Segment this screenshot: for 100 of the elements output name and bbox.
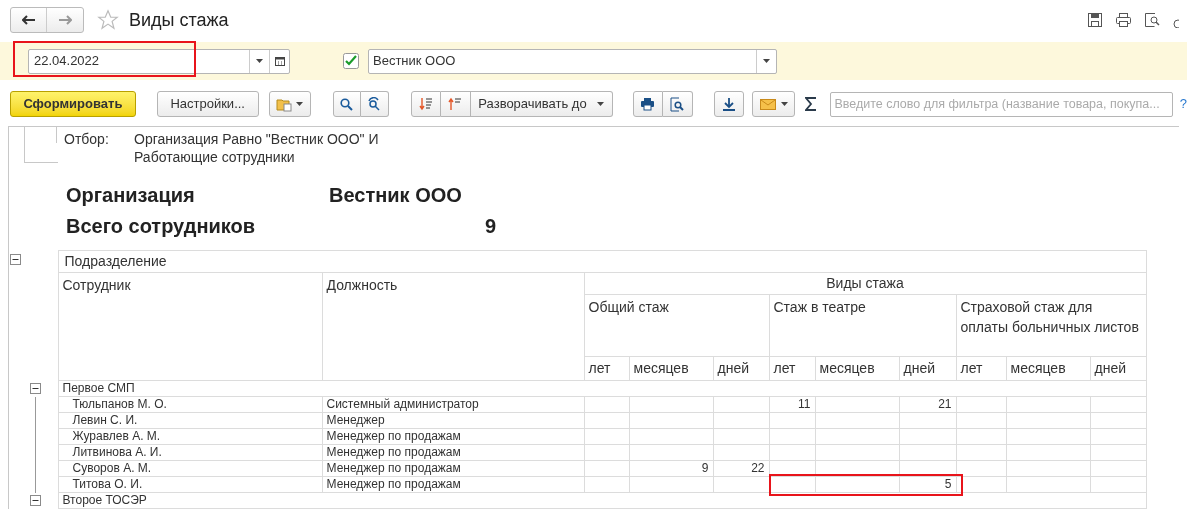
filter-condition: Работающие сотрудники [134,148,296,166]
sort-descending-icon [418,97,433,111]
table-cell: Журавлев А. М. [58,428,322,445]
table-cell [713,396,769,413]
summary-label: Организация [66,183,196,208]
organization-value: Вестник ООО [372,52,457,71]
header-cell: дней [899,356,956,381]
table-cell [956,428,1006,445]
summary-value: Вестник ООО [329,183,463,208]
caret-icon [296,102,304,106]
table-cell: Титова О. И. [58,476,322,493]
caret-icon [256,59,263,63]
search-next-button[interactable] [360,91,389,117]
sort-descending-button[interactable] [410,91,441,117]
print-icon [640,97,655,111]
table-cell: Системный администратор [322,396,584,413]
table-cell [1090,412,1147,429]
header-cell: дней [1090,356,1147,381]
save-icon[interactable] [1087,12,1103,28]
table-cell: Тюльпанов М. О. [58,396,322,413]
save-report-button[interactable] [713,91,745,117]
caret-icon [596,102,604,106]
table-cell [1090,476,1147,493]
generate-button[interactable]: Сформировать [10,91,136,117]
table-cell [1090,396,1147,413]
date-value: 22.04.2022 [33,52,101,71]
table-cell: Менеджер по продажам [322,428,584,445]
print-button[interactable] [632,91,663,117]
window-title: Виды стажа [129,8,229,32]
table-cell: 5 [899,476,956,493]
table-cell [899,412,956,429]
filter-condition: Организация Равно "Вестник ООО" И [134,130,379,148]
table-cell: Суворов А. М. [58,460,322,477]
table-cell [956,396,1006,413]
sum-icon[interactable] [805,97,818,111]
collapse-icon[interactable] [10,253,21,265]
filter-label: Отбор: [64,130,110,149]
envelope-icon [759,98,776,110]
table-cell: 11 [769,396,815,413]
star-icon[interactable] [97,9,119,31]
table-cell [1090,460,1147,477]
sort-ascending-button[interactable] [440,91,471,117]
send-mail-button[interactable] [752,91,796,117]
date-field[interactable]: 22.04.2022 [28,48,290,74]
table-cell [713,444,769,461]
header-cell: Страховой стаж для оплаты больничных листов [956,294,1147,357]
table-cell [899,444,956,461]
table-cell: Менеджер по продажам [322,460,584,477]
header-cell: месяцев [1006,356,1090,381]
group-cell: Второе ТОСЭР [58,492,1147,509]
right-arrow-icon [58,15,72,25]
table-cell [584,460,629,477]
preview-icon[interactable] [1144,12,1161,28]
search-button[interactable] [332,91,361,117]
summary-value: 9 [483,214,496,239]
summary-label: Всего сотрудников [66,214,257,239]
header-cell: лет [956,356,1006,381]
header-cell: месяцев [815,356,899,381]
left-arrow-icon [21,15,36,25]
download-icon [722,97,736,111]
table-cell [584,396,629,413]
header-cell: лет [769,356,815,381]
settings-button[interactable]: Настройки... [156,91,259,117]
table-cell: Левин С. И. [58,412,322,429]
table-cell [956,476,1006,493]
header-cell: Общий стаж [584,294,769,357]
table-cell [956,412,1006,429]
table-cell [584,412,629,429]
collapse-icon[interactable] [30,495,41,506]
table-cell [713,428,769,445]
table-cell [769,412,815,429]
table-cell [956,444,1006,461]
organization-field[interactable]: Вестник ООО [368,48,777,74]
table-cell [584,444,629,461]
filter-field[interactable]: Введите слово для фильтра (название товара, покупа... [830,91,1173,117]
help-link[interactable]: ? [1179,94,1187,114]
sort-ascending-icon [448,97,462,111]
table-cell [713,412,769,429]
header-cell: месяцев [629,356,713,381]
table-cell [956,460,1006,477]
checkbox[interactable] [343,53,359,69]
header-cell: Виды стажа [584,272,1147,295]
table-cell [584,476,629,493]
search-icon [340,97,353,111]
print-icon[interactable] [1115,12,1132,28]
header-cell: Стаж в театре [769,294,956,357]
header-cell: Должность [322,272,584,381]
table-cell [769,428,815,445]
preview-icon [670,96,684,112]
table-cell [1090,444,1147,461]
table-cell: Менеджер [322,412,584,429]
table-cell: 9 [629,460,713,477]
header-cell: дней [713,356,769,381]
expand-to-button[interactable]: Разворачивать до [470,91,613,117]
calendar-icon[interactable] [274,56,285,66]
print-preview-button[interactable] [662,91,693,117]
table-cell [899,428,956,445]
table-cell [769,444,815,461]
collapse-icon[interactable] [30,383,41,394]
table-cell [899,460,956,477]
